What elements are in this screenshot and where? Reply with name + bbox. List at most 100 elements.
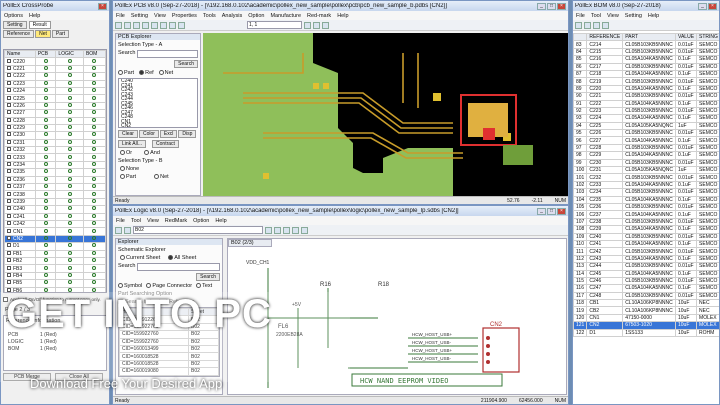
bom-table[interactable]: REFERENCE PART VALUE STRING 83 C214 CL05B103KB… [573, 33, 719, 404]
list-item[interactable]: C222 [4, 72, 106, 81]
table-row[interactable]: 122 D1 1SS133 10uF ROHM [573, 328, 719, 338]
print-icon[interactable] [142, 21, 149, 29]
radio-net[interactable]: Net [158, 70, 173, 76]
item-checkbox[interactable] [7, 280, 11, 285]
item-checkbox[interactable] [7, 258, 11, 263]
bom-titlebar[interactable]: PollEx BOM v8.0 (Sep-27-2018) _ × [573, 1, 719, 11]
table-row[interactable]: 97 C228 CL05B103KB5NNNC 0.01uF SEMCO [573, 143, 719, 153]
item-checkbox[interactable] [7, 214, 11, 218]
list-item[interactable]: C238 [4, 190, 106, 199]
table-row[interactable]: 105 C236 CL05B103KB5NNNC 0.01uF SEMCO [573, 202, 719, 212]
column-header[interactable]: PCB [34, 50, 57, 59]
menu-item[interactable]: Setting [625, 13, 642, 19]
table-row[interactable]: 113 C244 CL05B103KB5NNNC 0.01uF SEMCO [573, 262, 719, 271]
layer-select[interactable]: 1, 1 [247, 21, 302, 29]
list-item[interactable]: FB2 [4, 256, 106, 266]
menu-item[interactable]: View [154, 13, 166, 19]
close-icon[interactable]: × [98, 2, 107, 10]
pcb-titlebar[interactable]: PollEx PCB v8.0 (Sep-27-2018) - [\\192.1… [113, 1, 568, 11]
sheet-tab[interactable]: B02 (2/3) [228, 239, 272, 247]
list-item[interactable]: CN2 [4, 234, 106, 244]
column-header[interactable] [573, 33, 588, 42]
minimize-icon[interactable]: _ [537, 2, 546, 10]
crossprobe-titlebar[interactable]: PollEx CrossProbe × [1, 1, 109, 11]
item-checkbox[interactable] [7, 103, 11, 107]
search-button[interactable]: Search [196, 273, 220, 281]
tab-setting[interactable]: Setting [3, 21, 27, 29]
table-row[interactable]: 92 C223 CL05B103KB5NNNC 0.01uF SEMCO [573, 106, 719, 116]
table-row[interactable]: 110 C241 CL05A104KA5NNNC 0.1uF SEMCO [573, 239, 719, 249]
link-all-button[interactable]: Link All... [118, 140, 147, 148]
list-item[interactable]: C242 [4, 219, 106, 229]
menu-item[interactable]: Properties [172, 13, 197, 19]
menu-item[interactable]: Red-mark [307, 13, 331, 19]
maximize-icon[interactable]: □ [547, 207, 556, 215]
column-header[interactable]: LOGIC [55, 50, 84, 59]
list-item[interactable]: C233 [4, 153, 106, 162]
menu-item[interactable]: Help [648, 13, 659, 19]
prev-icon[interactable] [292, 226, 299, 234]
list-item[interactable]: FB3 [4, 264, 106, 273]
find-icon[interactable] [602, 21, 609, 29]
table-row[interactable]: 85 C216 CL05A104KA5NNNC 0.1uF SEMCO [573, 55, 719, 64]
table-row[interactable]: 121 CN2 67503-1020 10uF MOLEX [573, 321, 719, 330]
open-icon[interactable] [575, 21, 582, 29]
item-checkbox[interactable] [7, 95, 11, 100]
net-b-radio[interactable] [154, 174, 160, 180]
menu-item[interactable]: Options [4, 13, 23, 19]
menu-item[interactable]: Tool [131, 218, 141, 224]
disp-button[interactable]: Disp [178, 130, 197, 138]
table-row[interactable]: 117 C248 CL05B103KB5NNNC 0.01uF SEMCO [573, 291, 719, 301]
table-row[interactable]: 100 C231 CL05A105KA5NQNC 1uF SEMCO [573, 166, 719, 175]
item-checkbox[interactable] [7, 221, 11, 226]
list-item[interactable]: FB4 [4, 271, 106, 281]
table-row[interactable]: 96 C227 CL05A104KA5NNNC 0.1uF SEMCO [573, 136, 719, 145]
fit-icon[interactable] [283, 226, 290, 234]
zoom-out-icon[interactable] [274, 226, 281, 234]
current-sheet-radio[interactable] [120, 255, 125, 261]
open-icon[interactable] [115, 226, 122, 234]
table-row[interactable]: 94 C225 CL05A105KA5NQNC 1uF SEMCO [573, 121, 719, 131]
table-row[interactable]: 120 CN1 47150-0000 10uF MOLEX [573, 313, 719, 323]
table-row[interactable]: 88 C219 CL05B103KB5NNNC 0.01uF SEMCO [573, 77, 719, 86]
list-item[interactable]: CN2 [119, 124, 197, 127]
search-button[interactable]: Search [174, 60, 198, 68]
item-checkbox[interactable] [7, 110, 11, 115]
item-checkbox[interactable] [7, 236, 11, 240]
list-item[interactable]: CN1 [4, 227, 106, 236]
list-item[interactable]: C229 [4, 123, 106, 133]
menu-item[interactable]: File [116, 13, 125, 19]
grid-icon[interactable] [322, 21, 329, 29]
none-radio[interactable] [120, 166, 125, 172]
item-checkbox[interactable] [7, 169, 11, 174]
table-row[interactable]: 118 CB1 CL10A106KP8NNNC 10uF NEC [573, 299, 719, 308]
menu-item[interactable]: Help [215, 218, 226, 224]
list-item[interactable]: FB5 [4, 279, 106, 288]
contract-button[interactable]: Contract [152, 140, 179, 148]
menu-item[interactable]: Help [29, 13, 40, 19]
item-checkbox[interactable] [7, 73, 11, 78]
item-checkbox[interactable] [7, 265, 11, 270]
save-icon[interactable] [584, 21, 591, 29]
item-checkbox[interactable] [7, 58, 11, 63]
list-item[interactable]: C226 [4, 101, 106, 111]
table-row[interactable]: 91 C222 CL05A104KA5NNNC 0.1uF SEMCO [573, 99, 719, 108]
all-sheet-radio[interactable] [168, 255, 174, 261]
item-checkbox[interactable] [7, 118, 11, 122]
item-checkbox[interactable] [7, 243, 11, 248]
table-row[interactable]: 95 C226 CL05B103KB5NNNC 0.01uF SEMCO [573, 129, 719, 138]
column-header[interactable]: Name [4, 50, 36, 59]
save-icon[interactable] [133, 21, 140, 29]
text-radio[interactable] [196, 283, 202, 289]
menu-item[interactable]: Tools [203, 13, 216, 19]
item-checkbox[interactable] [7, 273, 11, 277]
list-item[interactable]: C234 [4, 160, 106, 170]
radio-ref[interactable]: Ref [139, 70, 154, 76]
list-item[interactable]: C224 [4, 86, 106, 96]
column-header[interactable]: VALUE [674, 33, 698, 42]
table-row[interactable]: 106 C237 CL05A104KA5NNNC 0.1uF SEMCO [573, 210, 719, 219]
print-icon[interactable] [593, 21, 600, 29]
pcb-canvas[interactable] [203, 33, 568, 196]
tab-result[interactable]: Result [28, 21, 51, 29]
page-connector-radio[interactable] [146, 283, 152, 289]
